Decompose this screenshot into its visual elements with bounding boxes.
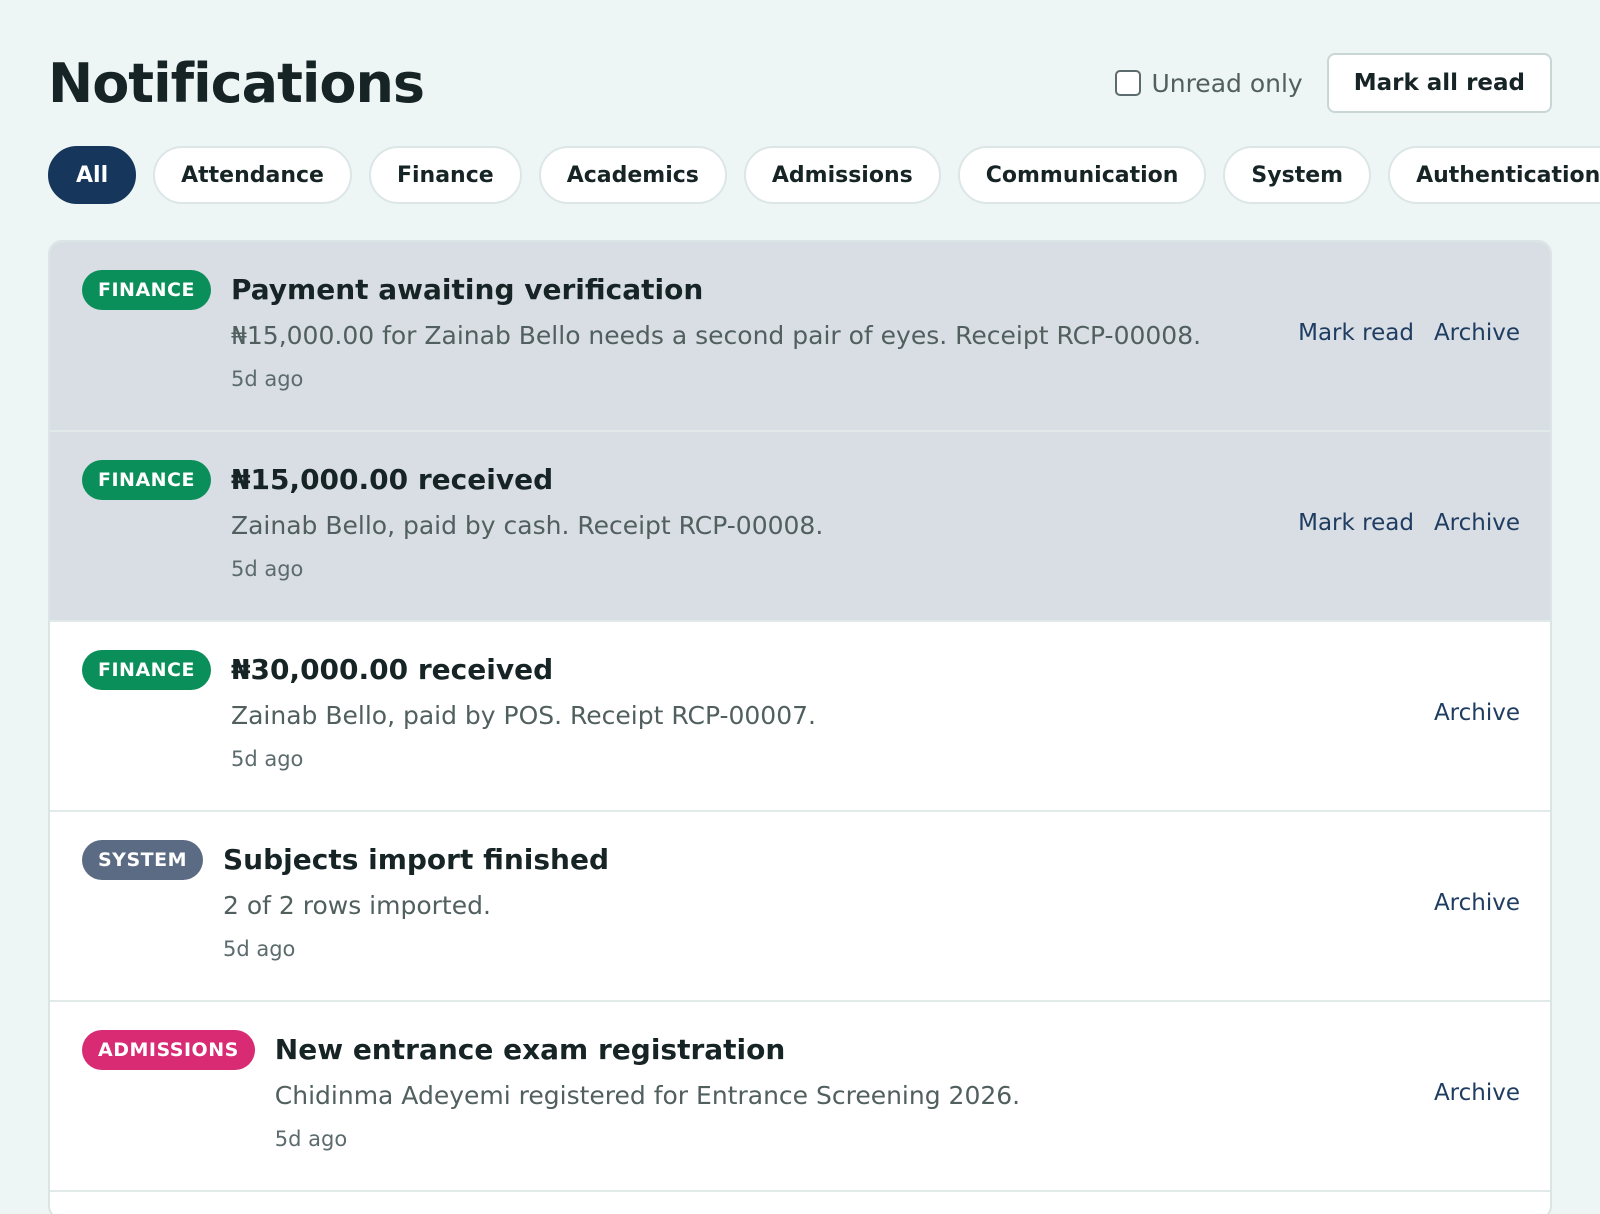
notification-actions: Mark read Archive xyxy=(1298,510,1520,536)
category-badge-wrap: FINANCE xyxy=(82,270,211,430)
notifications-page: Notifications Unread only Mark all read … xyxy=(0,0,1600,1214)
filter-chip-authentication[interactable]: Authentication xyxy=(1388,146,1600,204)
filter-chip-admissions[interactable]: Admissions xyxy=(743,146,941,204)
filter-chip-academics[interactable]: Academics xyxy=(538,146,727,204)
notification-time: 5d ago xyxy=(230,747,304,771)
notification-body: New entrance exam registration Chidinma … xyxy=(275,1030,1518,1190)
category-badge-wrap: FINANCE xyxy=(82,650,211,810)
category-badge: SYSTEM xyxy=(82,840,203,880)
page-header: Notifications Unread only Mark all read xyxy=(48,0,1552,166)
filter-chip-communication[interactable]: Communication xyxy=(957,146,1207,204)
archive-link[interactable]: Archive xyxy=(1434,1080,1520,1106)
filter-chip-all[interactable]: All xyxy=(48,146,137,204)
filter-chip-system[interactable]: System xyxy=(1223,146,1372,204)
notification-body: ₦15,000.00 received Zainab Bello, paid b… xyxy=(231,460,1518,620)
header-actions: Unread only Mark all read xyxy=(1115,53,1552,113)
notification-message: Zainab Bello, paid by POS. Receipt RCP-0… xyxy=(230,701,816,730)
notification-item[interactable]: FINANCE ₦15,000.00 received Zainab Bello… xyxy=(50,432,1550,622)
mark-read-link[interactable]: Mark read xyxy=(1298,510,1414,536)
notification-title: New entrance exam registration xyxy=(274,1033,786,1066)
notification-item[interactable]: SYSTEM Subjects import finished 2 of 2 r… xyxy=(50,812,1550,1002)
category-badge: ADMISSIONS xyxy=(82,1030,255,1070)
notification-actions: Mark read Archive xyxy=(1298,320,1520,346)
notification-message: 2 of 2 rows imported. xyxy=(222,891,491,920)
notification-time: 5d ago xyxy=(230,557,304,581)
filter-chip-finance[interactable]: Finance xyxy=(368,146,522,204)
mark-read-link[interactable]: Mark read xyxy=(1298,320,1414,346)
notification-time: 5d ago xyxy=(222,937,296,961)
notification-time: 5d ago xyxy=(274,1127,348,1151)
notification-title: Payment awaiting verification xyxy=(230,273,704,306)
mark-all-read-button[interactable]: Mark all read xyxy=(1326,53,1552,113)
filter-chip-attendance[interactable]: Attendance xyxy=(153,146,352,204)
notification-item[interactable]: FINANCE Payment awaiting verification ₦1… xyxy=(50,242,1550,432)
archive-link[interactable]: Archive xyxy=(1434,510,1520,536)
notification-item[interactable]: FINANCE ₦30,000.00 received Zainab Bello… xyxy=(50,622,1550,812)
archive-link[interactable]: Archive xyxy=(1434,320,1520,346)
page-title: Notifications xyxy=(48,51,425,115)
notification-actions: Archive xyxy=(1434,1080,1520,1106)
notification-body: Subjects import finished 2 of 2 rows imp… xyxy=(223,840,1518,1000)
category-badge-wrap: ADMISSIONS xyxy=(82,1030,255,1190)
category-filters: All Attendance Finance Academics Admissi… xyxy=(48,146,1600,204)
notification-body: ₦30,000.00 received Zainab Bello, paid b… xyxy=(231,650,1518,810)
notification-title: ₦15,000.00 received xyxy=(230,463,554,496)
notification-item[interactable]: ADMISSIONS New entrance exam registratio… xyxy=(50,1002,1550,1192)
category-badge: FINANCE xyxy=(82,460,211,500)
notification-actions: Archive xyxy=(1434,700,1520,726)
notification-title: ₦30,000.00 received xyxy=(230,653,554,686)
notification-message: Chidinma Adeyemi registered for Entrance… xyxy=(274,1081,1021,1110)
archive-link[interactable]: Archive xyxy=(1434,700,1520,726)
category-badge: FINANCE xyxy=(82,270,211,310)
notification-time: 5d ago xyxy=(230,367,304,391)
category-badge-wrap: FINANCE xyxy=(82,460,211,620)
category-badge: FINANCE xyxy=(82,650,211,690)
unread-only-label: Unread only xyxy=(1151,68,1303,98)
unread-only-checkbox[interactable] xyxy=(1115,70,1142,96)
notification-body: Payment awaiting verification ₦15,000.00… xyxy=(231,270,1518,430)
notification-actions: Archive xyxy=(1434,890,1520,916)
archive-link[interactable]: Archive xyxy=(1434,890,1520,916)
unread-only-toggle[interactable]: Unread only xyxy=(1115,68,1303,98)
category-badge-wrap: SYSTEM xyxy=(82,840,203,1000)
notification-list: FINANCE Payment awaiting verification ₦1… xyxy=(48,240,1552,1214)
notification-title: Subjects import finished xyxy=(222,843,610,876)
